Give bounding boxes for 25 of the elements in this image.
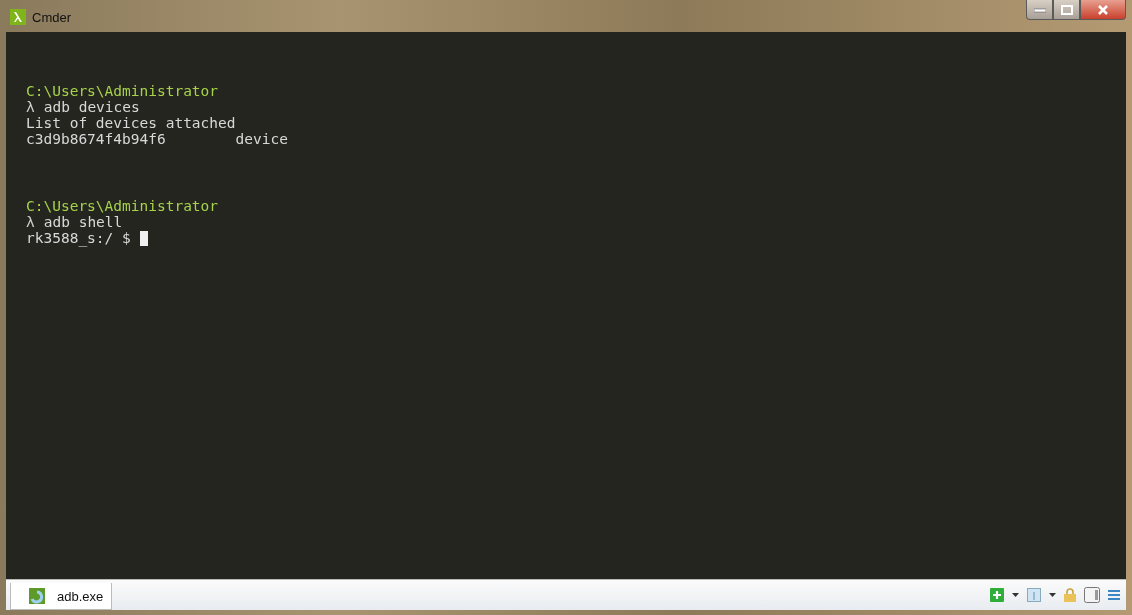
- path-text: C:\Users\Administrator: [26, 83, 219, 99]
- maximize-icon: [1060, 4, 1073, 15]
- menu-icon[interactable]: [1108, 589, 1120, 601]
- maximize-button[interactable]: [1053, 0, 1080, 20]
- shell-prompt: rk3588_s:/ $: [26, 230, 131, 246]
- minimize-button[interactable]: [1026, 0, 1053, 20]
- path-text: C:\Users\Administrator: [26, 198, 219, 214]
- window-title: Cmder: [32, 9, 71, 25]
- prompt-symbol: λ: [26, 99, 35, 115]
- lambda-logo-icon: [10, 9, 26, 25]
- command-text: adb devices: [43, 99, 140, 115]
- text-cursor: [139, 230, 148, 246]
- close-icon: [1097, 4, 1109, 15]
- console-app-icon: [29, 588, 45, 604]
- console-tab[interactable]: adb.exe: [10, 583, 113, 610]
- new-console-icon[interactable]: [990, 588, 1004, 602]
- output-text: c3d9b8674f4b94f6 device: [26, 131, 288, 147]
- command-text: adb shell: [43, 214, 123, 230]
- panel-icon[interactable]: [1084, 587, 1100, 603]
- prompt-symbol: λ: [26, 214, 35, 230]
- minimize-icon: [1033, 6, 1046, 13]
- close-button[interactable]: [1080, 0, 1126, 20]
- caret-icon[interactable]: [1049, 593, 1056, 597]
- output-text: List of devices attached: [26, 115, 236, 131]
- caret-icon[interactable]: [1012, 593, 1019, 597]
